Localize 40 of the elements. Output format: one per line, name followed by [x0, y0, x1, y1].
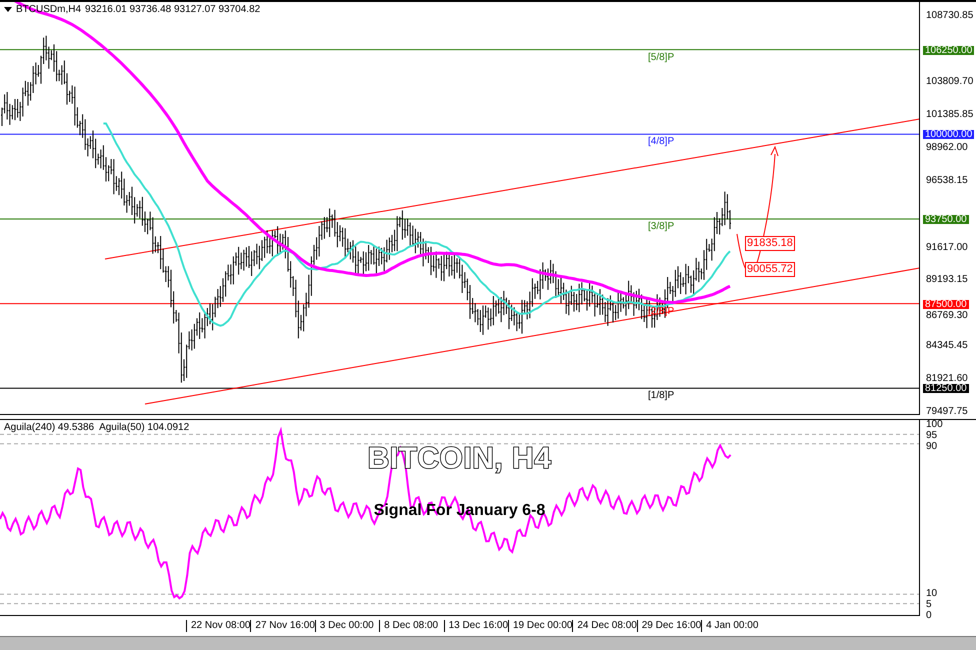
level-label: [4/8]P — [648, 136, 674, 148]
axis-label: 90 — [926, 442, 938, 452]
level-label: [3/8]P — [648, 220, 674, 232]
level-price-tag: 100000.00 — [923, 130, 974, 140]
axis-label: 81921.60 — [926, 374, 968, 384]
time-axis-label: 13 Dec 16:00 — [444, 620, 508, 632]
level-price-tag: 106250.00 — [923, 46, 974, 55]
axis-label: 100 — [926, 420, 943, 430]
axis-label: 0 — [926, 611, 932, 621]
level-price-tag: 93750.00 — [923, 215, 969, 224]
axis-label: 79497.75 — [926, 406, 968, 417]
level-label: [5/8]P — [648, 52, 674, 63]
axis-label: 5 — [926, 600, 932, 610]
axis-label: 108730.85 — [926, 10, 974, 21]
quote-values: 93216.01 93736.48 93127.07 93704.82 — [85, 4, 260, 15]
time-axis-label: 29 Dec 16:00 — [636, 620, 702, 632]
level-price-tag: 87500.00 — [923, 300, 969, 309]
time-axis-label: 22 Nov 08:00 — [186, 620, 250, 632]
time-axis-label: 8 Dec 08:00 — [379, 620, 444, 632]
time-axis-label: 19 Dec 00:00 — [508, 620, 572, 632]
axis-label: 101385.85 — [926, 110, 974, 120]
time-axis-label: 4 Jan 00:00 — [701, 620, 766, 632]
price-annotation: 91835.18 — [745, 236, 795, 251]
indicator-legend: Aguila(240) 49.5386 Aguila(50) 104.0912 — [4, 422, 190, 433]
time-axis-label: 3 Dec 00:00 — [314, 620, 380, 632]
axis-label: 91617.00 — [926, 242, 968, 253]
price-annotation: 90055.72 — [745, 262, 795, 277]
time-axis-label: 24 Dec 08:00 — [572, 620, 637, 632]
time-axis-label: 27 Nov 16:00 — [250, 620, 315, 632]
dropdown-icon[interactable] — [4, 7, 12, 12]
axis-label: 95 — [926, 430, 938, 441]
axis-label: 84345.45 — [926, 341, 968, 352]
axis-label: 96538.15 — [926, 176, 968, 186]
level-label: [1/8]P — [648, 390, 674, 402]
axis-label: 10 — [926, 589, 938, 599]
axis-label: 86769.30 — [926, 310, 968, 321]
axis-label: 89193.15 — [926, 275, 968, 286]
axis-label: 98962.00 — [926, 143, 968, 154]
level-price-tag: 81250.00 — [923, 384, 969, 394]
axis-label: 103809.70 — [926, 77, 974, 88]
